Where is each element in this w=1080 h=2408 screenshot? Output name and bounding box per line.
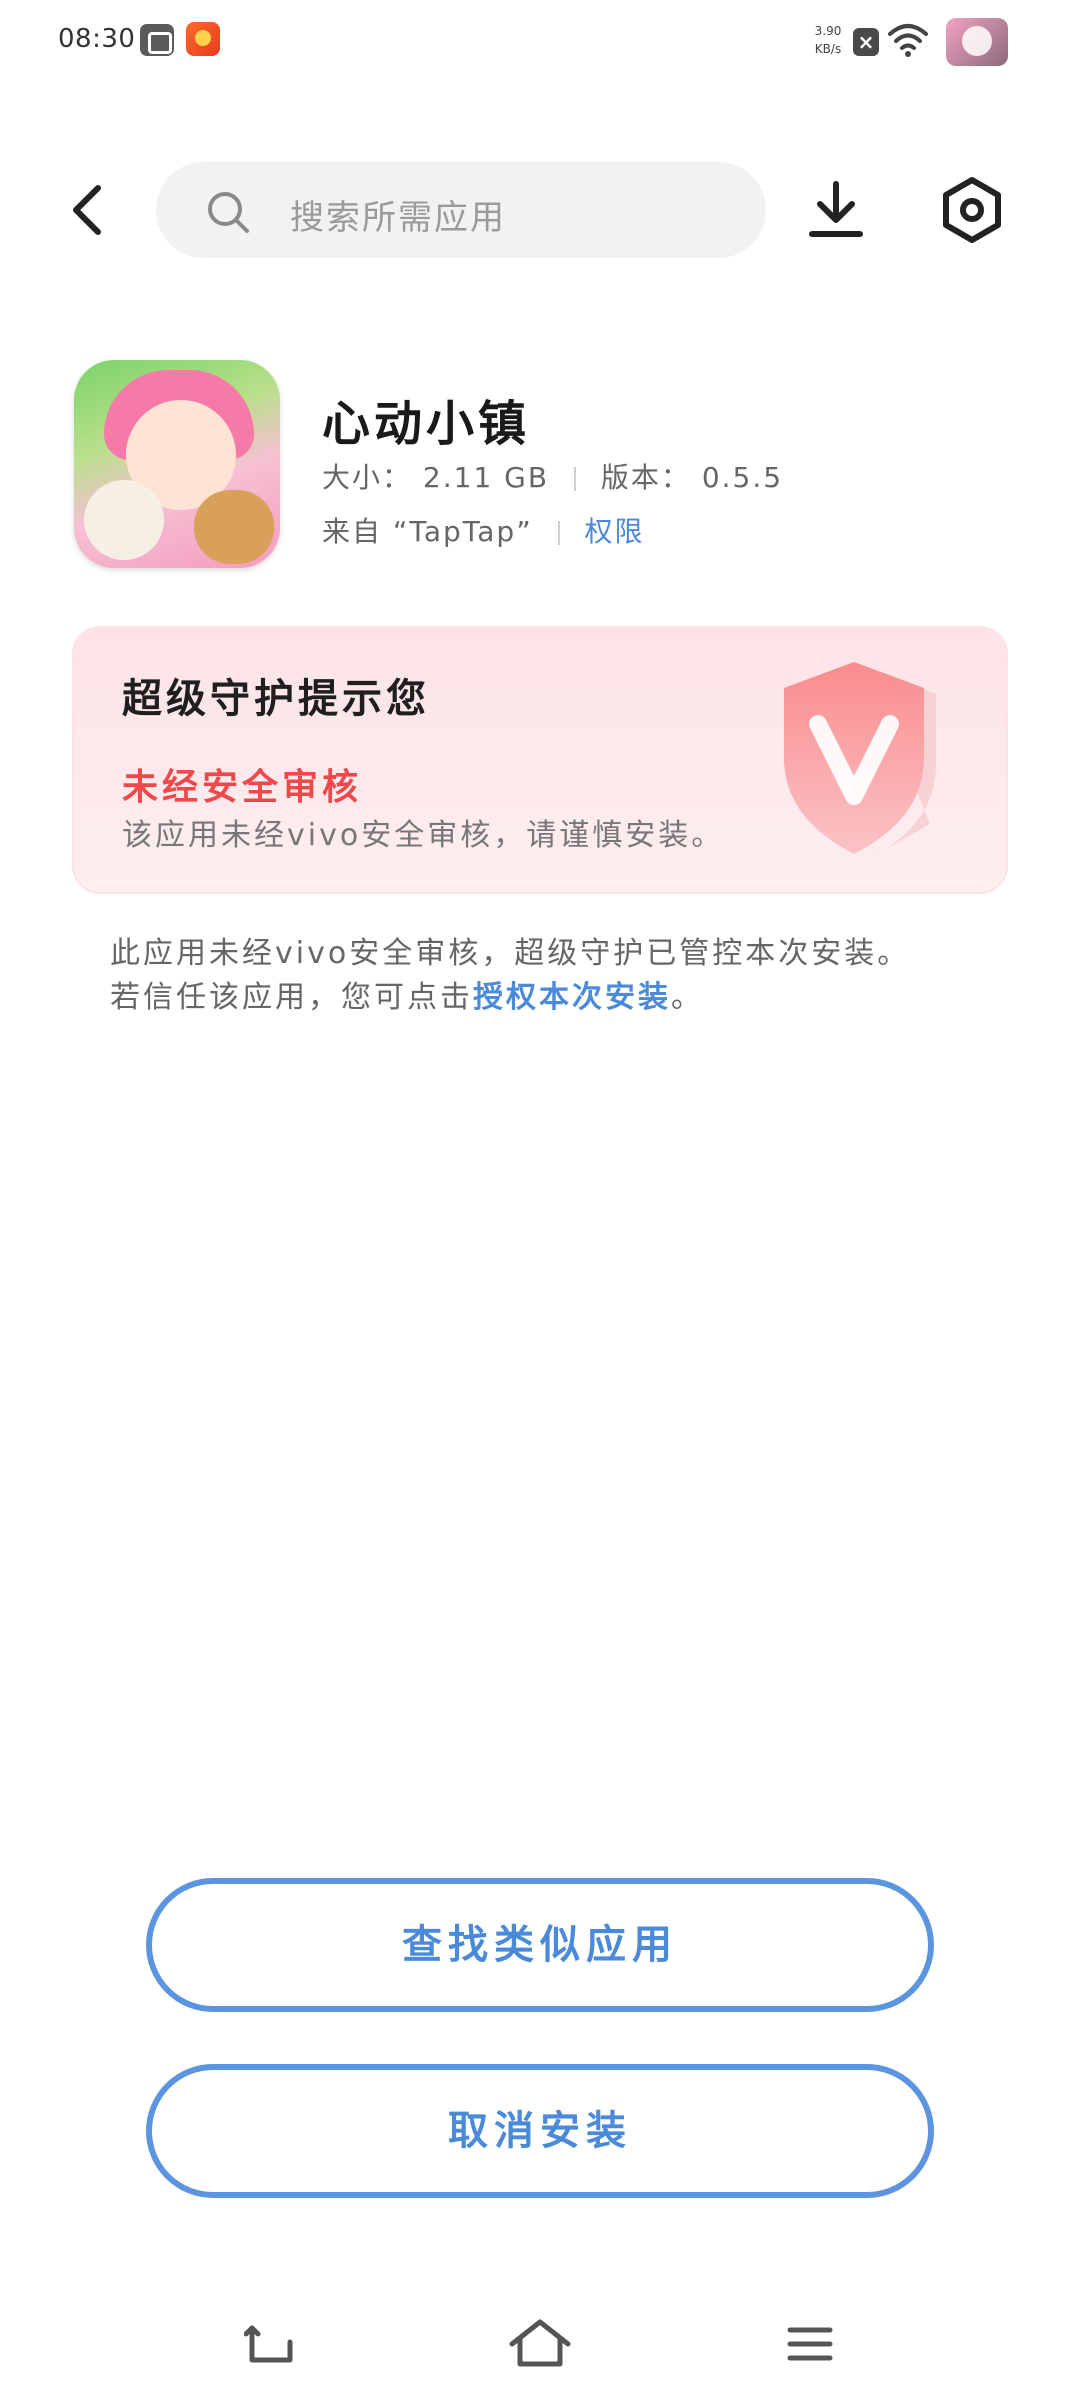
- app-icon: [74, 360, 280, 568]
- divider: [573, 467, 576, 491]
- app-name: 心动小镇: [322, 396, 531, 452]
- app-meta-size-version: 大小： 2.11 GB 版本： 0.5.5: [322, 456, 783, 496]
- close-icon: ×: [853, 28, 879, 56]
- info-line-2-prefix: 若信任该应用，您可点击: [110, 980, 473, 1015]
- notification-app-icon: [140, 24, 174, 56]
- permissions-link[interactable]: 权限: [585, 515, 645, 548]
- app-meta-source: 来自 “TapTap” 权限: [322, 510, 645, 550]
- nav-back-icon[interactable]: [244, 2322, 296, 2368]
- cancel-install-button[interactable]: 取消安装: [146, 2064, 934, 2198]
- settings-icon[interactable]: [940, 176, 1004, 244]
- status-bar: 08:30 3.90 KB/s ×: [0, 0, 1080, 84]
- size-value: 2.11 GB: [422, 461, 550, 494]
- wifi-icon: [888, 24, 928, 57]
- search-placeholder: 搜索所需应用: [290, 198, 506, 238]
- version-value: 0.5.5: [701, 461, 784, 494]
- version-label: 版本：: [600, 461, 691, 494]
- network-speed-value: 3.90: [814, 24, 842, 38]
- back-icon[interactable]: [62, 180, 112, 240]
- info-line-2: 若信任该应用，您可点击授权本次安装。: [110, 976, 990, 1020]
- find-similar-apps-button[interactable]: 查找类似应用: [146, 1878, 934, 2012]
- search-input[interactable]: 搜索所需应用: [156, 162, 766, 258]
- nav-home-icon[interactable]: [508, 2318, 572, 2370]
- network-speed-unit: KB/s: [814, 42, 842, 56]
- security-warning-card: 超级守护提示您 未经安全审核 该应用未经vivo安全审核，请谨慎安装。: [72, 626, 1008, 894]
- status-time: 08:30: [58, 24, 136, 54]
- screen: 08:30 3.90 KB/s × 搜索所需应用 心动小镇 大小： 2.11 G…: [0, 0, 1080, 2408]
- notification-game-icon: [186, 22, 220, 56]
- warning-description: 该应用未经vivo安全审核，请谨慎安装。: [122, 818, 725, 853]
- navigation-bar: [0, 2300, 1080, 2390]
- download-icon[interactable]: [806, 178, 866, 242]
- authorize-install-link[interactable]: 授权本次安装: [473, 980, 671, 1015]
- warning-subtitle: 未经安全审核: [122, 767, 363, 808]
- top-bar: 搜索所需应用: [0, 160, 1080, 260]
- warning-title: 超级守护提示您: [122, 676, 430, 722]
- nav-menu-icon[interactable]: [786, 2324, 834, 2364]
- install-info-text: 此应用未经vivo安全审核，超级守护已管控本次安装。 若信任该应用，您可点击授权…: [110, 932, 990, 1020]
- info-line-2-suffix: 。: [671, 980, 704, 1015]
- search-icon: [208, 192, 249, 233]
- shield-icon: [784, 662, 936, 860]
- divider: [557, 521, 560, 545]
- app-icon-pet-rabbit: [84, 480, 164, 560]
- app-source: 来自 “TapTap”: [322, 515, 533, 548]
- info-line-1: 此应用未经vivo安全审核，超级守护已管控本次安装。: [110, 936, 911, 971]
- avatar: [946, 18, 1008, 66]
- network-speed: 3.90 KB/s: [808, 22, 848, 58]
- size-label: 大小：: [322, 461, 413, 494]
- app-icon-pet-dog: [194, 490, 274, 564]
